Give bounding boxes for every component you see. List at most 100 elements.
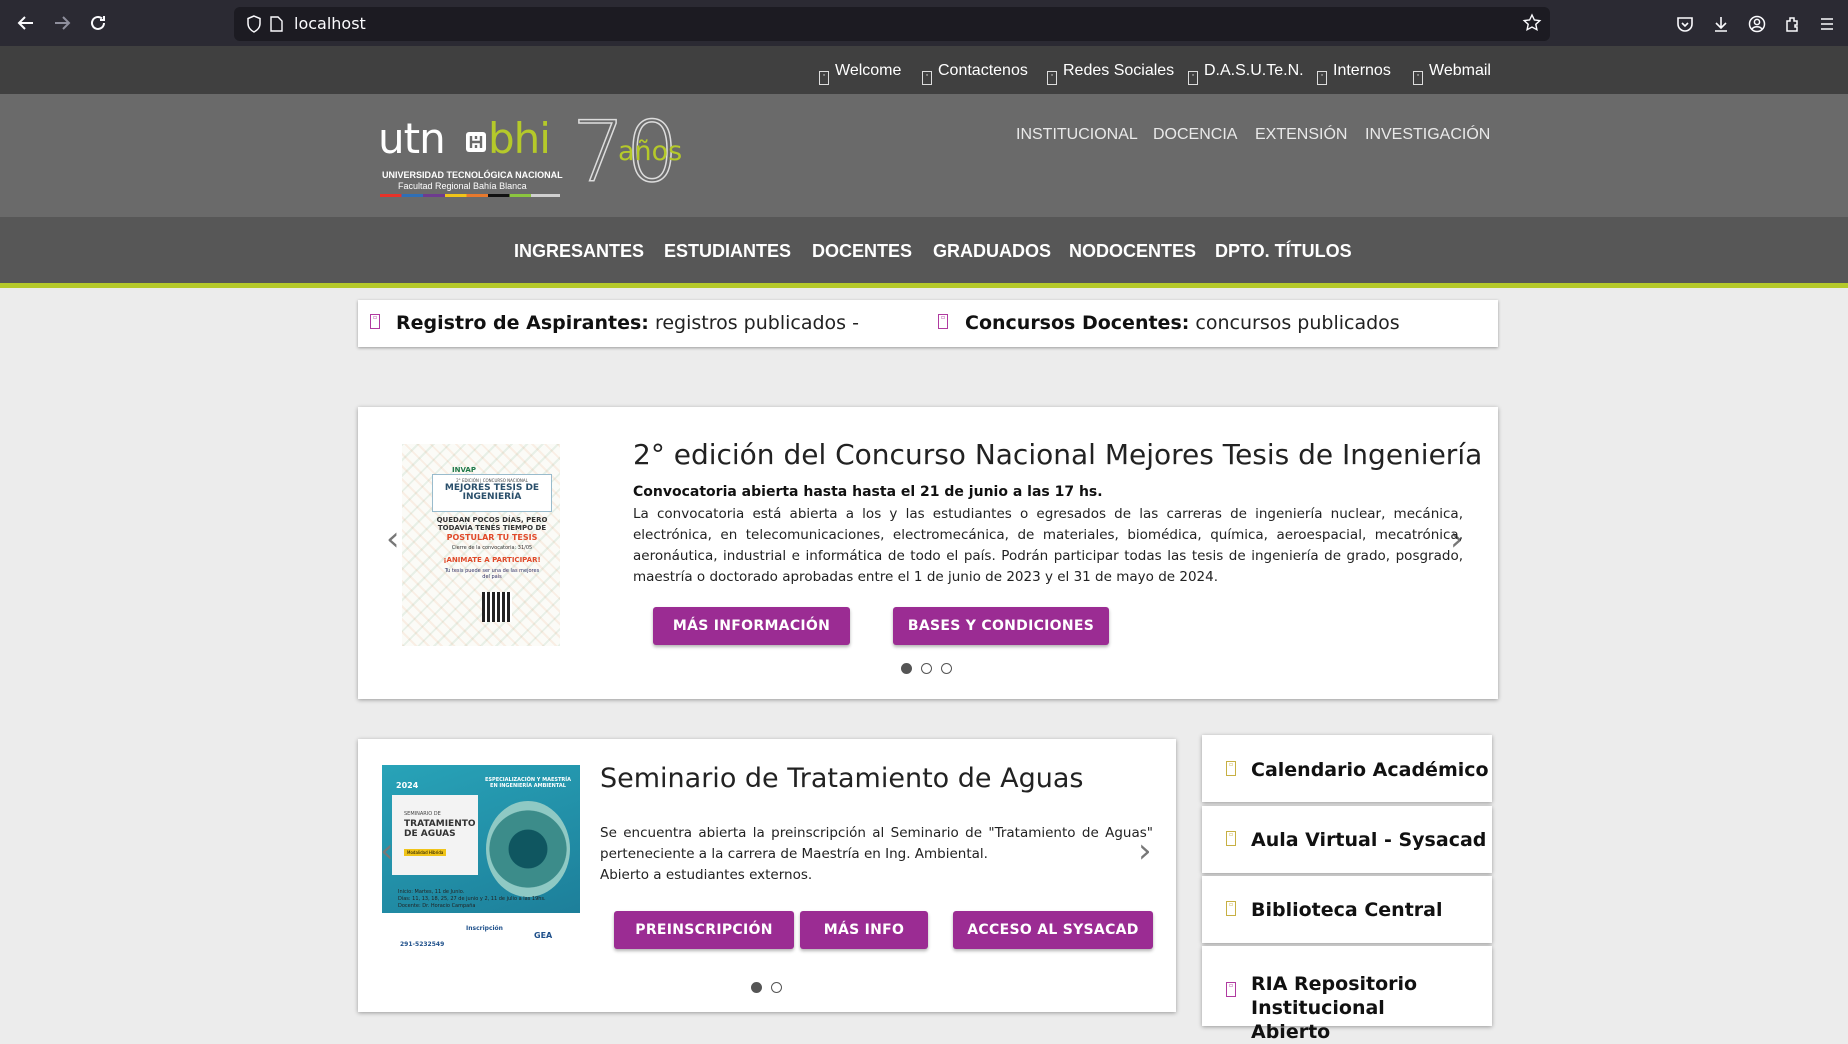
toplink-dasuten[interactable]: ▫ D.A.S.U.Te.N. bbox=[1188, 46, 1304, 94]
seminar-poster[interactable]: 2024 ESPECIALIZACIÓN Y MAESTRÍA EN INGEN… bbox=[382, 765, 580, 958]
primary-nav: INGRESANTES ESTUDIANTES DOCENTES GRADUAD… bbox=[0, 217, 1848, 288]
link-icon: ▫ bbox=[1047, 71, 1057, 85]
poster-qr-icon bbox=[482, 592, 512, 622]
ticker-item-title: Concursos Docentes: bbox=[965, 312, 1190, 334]
acceso-sysacad-button[interactable]: ACCESO AL SYSACAD bbox=[953, 911, 1153, 949]
featured-subtitle: Convocatoria abierta hasta hasta el 21 d… bbox=[633, 484, 1103, 500]
forward-icon[interactable] bbox=[42, 3, 82, 43]
featured-carousel: INVAP 2° EDICIÓN | CONCURSO NACIONAL MEJ… bbox=[358, 407, 1498, 699]
seminar-body: Se encuentra abierta la preinscripción a… bbox=[600, 823, 1153, 886]
poster-brand: INVAP bbox=[452, 466, 476, 474]
nav-estudiantes[interactable]: ESTUDIANTES bbox=[664, 217, 791, 283]
mainlink-extension[interactable]: EXTENSIÓN bbox=[1255, 126, 1347, 144]
carousel-dot-1[interactable] bbox=[901, 663, 912, 674]
poster-teacher: Docente: Dr. Horacio Campaña bbox=[398, 903, 476, 909]
poster-modality: Modalidad Híbrida bbox=[404, 849, 447, 856]
logo-color-strip bbox=[380, 194, 560, 197]
mainlink-docencia[interactable]: DOCENCIA bbox=[1153, 126, 1237, 144]
nav-dpto-titulos[interactable]: DPTO. TÍTULOS bbox=[1215, 217, 1352, 283]
nav-docentes[interactable]: DOCENTES bbox=[812, 217, 912, 283]
ticker-item-title: Registro de Aspirantes: bbox=[396, 312, 649, 334]
seminar-dot-2[interactable] bbox=[771, 982, 782, 993]
seminar-body-line2: Abierto a estudiantes externos. bbox=[600, 867, 813, 883]
bases-y-condiciones-button[interactable]: BASES Y CONDICIONES bbox=[893, 607, 1109, 645]
menu-icon[interactable] bbox=[1812, 9, 1842, 39]
utn-logo[interactable]: utn bhi UNIVERSIDAD TECNOLÓGICA NACIONAL… bbox=[378, 103, 708, 204]
toplink-redes-sociales[interactable]: ▫ Redes Sociales bbox=[1047, 46, 1174, 94]
sidebar-item-biblioteca[interactable]: ▫ Biblioteca Central bbox=[1202, 876, 1492, 943]
toplink-label: Redes Sociales bbox=[1063, 62, 1175, 79]
poster-title-box: 2° EDICIÓN | CONCURSO NACIONAL MEJORES T… bbox=[432, 474, 552, 512]
poster-label: SEMINARIO DE bbox=[404, 811, 441, 817]
logo-emblem-icon bbox=[466, 132, 486, 152]
poster-inscripcion: Inscripción bbox=[466, 925, 503, 932]
logo-line2: Facultad Regional Bahía Blanca bbox=[398, 181, 527, 191]
reload-icon[interactable] bbox=[78, 3, 118, 43]
mas-info-button[interactable]: MÁS INFO bbox=[800, 911, 928, 949]
utility-bar: ▫ Welcome ▫ Contactenos ▫ Redes Sociales ▫ D… bbox=[0, 46, 1848, 94]
toplink-label: Contactenos bbox=[938, 62, 1028, 79]
ticker-item-aspirantes[interactable]: Registro de Aspirantes: registros public… bbox=[396, 300, 859, 347]
url-text[interactable]: localhost bbox=[294, 7, 366, 41]
carousel-dot-3[interactable] bbox=[941, 663, 952, 674]
toplink-label: Webmail bbox=[1429, 62, 1491, 79]
seminar-prev-icon[interactable]: ‹ bbox=[380, 831, 394, 871]
preinscripcion-button[interactable]: PREINSCRIPCIÓN bbox=[614, 911, 794, 949]
toplink-label: D.A.S.U.Te.N. bbox=[1204, 62, 1304, 79]
seminar-dot-1[interactable] bbox=[751, 982, 762, 993]
pocket-icon[interactable] bbox=[1670, 9, 1700, 39]
sidebar-item-label: Biblioteca Central bbox=[1251, 899, 1443, 921]
poster-schedule: Inicio: Martes, 11 de Junio. Días: 11, 1… bbox=[398, 889, 568, 910]
ticker-bullet-icon: ▫ bbox=[938, 314, 948, 329]
toplink-webmail[interactable]: ▫ Webmail bbox=[1413, 46, 1491, 94]
featured-title[interactable]: 2° edición del Concurso Nacional Mejores… bbox=[633, 438, 1482, 471]
back-icon[interactable] bbox=[6, 3, 46, 43]
poster-program: ESPECIALIZACIÓN Y MAESTRÍA EN INGENIERÍA… bbox=[485, 777, 571, 789]
poster-line3: Cierre de la convocatoria: 31/05 bbox=[451, 545, 533, 551]
seminar-carousel: 2024 ESPECIALIZACIÓN Y MAESTRÍA EN INGEN… bbox=[358, 739, 1176, 1012]
shield-icon[interactable] bbox=[246, 15, 262, 37]
download-icon[interactable] bbox=[1706, 9, 1736, 39]
sidebar-item-ria[interactable]: ▫ RIA Repositorio Institucional Abierto bbox=[1202, 946, 1492, 1043]
toplink-label: Internos bbox=[1333, 62, 1391, 79]
poster-schedule1: Inicio: Martes, 11 de Junio. bbox=[398, 889, 465, 895]
nav-ingresantes[interactable]: INGRESANTES bbox=[514, 217, 644, 283]
browser-toolbar: localhost bbox=[0, 0, 1848, 46]
link-icon: ▫ bbox=[819, 71, 829, 85]
sidebar-item-label: Aula Virtual - Sysacad bbox=[1251, 829, 1487, 851]
ticker-item-concursos[interactable]: Concursos Docentes: concursos publicados bbox=[965, 300, 1400, 347]
extensions-icon[interactable] bbox=[1778, 9, 1808, 39]
carousel-prev-icon[interactable]: ‹ bbox=[386, 519, 400, 559]
account-icon[interactable] bbox=[1742, 9, 1772, 39]
ticker-item-text: registros publicados - bbox=[654, 312, 859, 334]
logo-anos: años bbox=[618, 136, 683, 167]
mainlink-institucional[interactable]: INSTITUCIONAL bbox=[1016, 126, 1138, 144]
url-bar[interactable]: localhost bbox=[234, 7, 1550, 41]
ticker-item-text: concursos publicados bbox=[1195, 312, 1400, 334]
carousel-dot-2[interactable] bbox=[921, 663, 932, 674]
seminar-body-line1: Se encuentra abierta la preinscripción a… bbox=[600, 825, 1153, 862]
seminar-title[interactable]: Seminario de Tratamiento de Aguas bbox=[600, 763, 1083, 794]
toplink-internos[interactable]: ▫ Internos bbox=[1317, 46, 1391, 94]
sidebar-item-calendario[interactable]: ▫ Calendario Académico bbox=[1202, 735, 1492, 802]
sidebar-item-aula-virtual[interactable]: ▫ Aula Virtual - Sysacad bbox=[1202, 806, 1492, 873]
logo-utn: utn bbox=[378, 114, 446, 163]
poster-year: 2024 bbox=[396, 781, 419, 790]
poster-heading: MEJORES TESIS DE INGENIERÍA bbox=[444, 483, 540, 502]
toplink-welcome[interactable]: ▫ Welcome bbox=[819, 46, 901, 94]
link-icon: ▫ bbox=[1188, 71, 1198, 85]
nav-graduados[interactable]: GRADUADOS bbox=[933, 217, 1051, 283]
aula-virtual-icon: ▫ bbox=[1226, 831, 1236, 846]
poster-line5: Tu tesis puede ser una de las mejores de… bbox=[444, 568, 540, 580]
news-ticker: ▫ Registro de Aspirantes: registros publ… bbox=[358, 300, 1498, 347]
sidebar-item-label: Calendario Académico bbox=[1251, 759, 1489, 781]
mainlink-investigacion[interactable]: INVESTIGACIÓN bbox=[1365, 126, 1490, 144]
toplink-contactenos[interactable]: ▫ Contactenos bbox=[922, 46, 1028, 94]
poster-heading: TRATAMIENTO DE AGUAS bbox=[404, 819, 476, 839]
poster-line4: ¡ANIMATE A PARTICIPAR! bbox=[443, 556, 541, 564]
nav-nodocentes[interactable]: NODOCENTES bbox=[1069, 217, 1196, 283]
featured-poster[interactable]: INVAP 2° EDICIÓN | CONCURSO NACIONAL MEJ… bbox=[402, 444, 560, 646]
mas-informacion-button[interactable]: MÁS INFORMACIÓN bbox=[653, 607, 850, 645]
bookmark-star-icon[interactable] bbox=[1522, 13, 1542, 37]
poster-label-box: SEMINARIO DE TRATAMIENTO DE AGUAS Modali… bbox=[392, 795, 478, 875]
